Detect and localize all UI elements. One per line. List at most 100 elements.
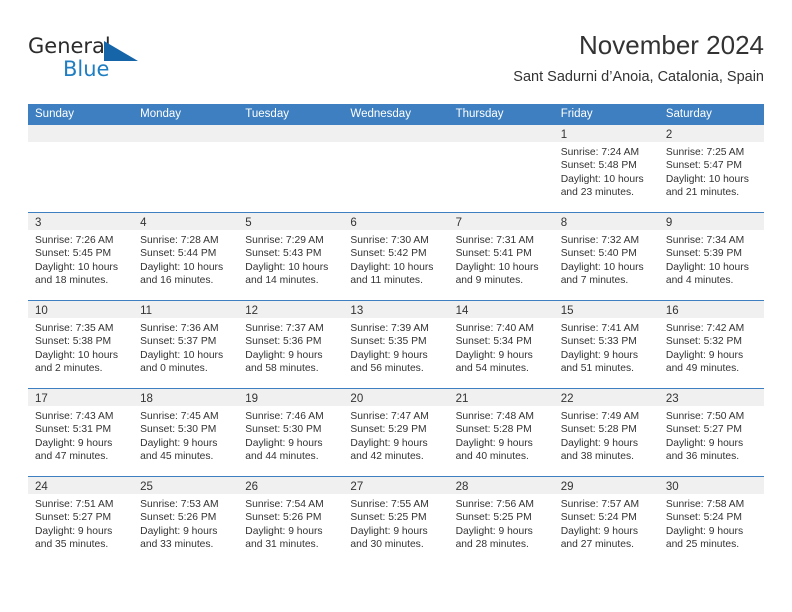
sunrise-text: Sunrise: 7:26 AM: [35, 235, 114, 246]
sunrise-text: Sunrise: 7:32 AM: [560, 235, 640, 246]
calendar-day-cell[interactable]: 12 Sunrise: 7:37 AM Sunset: 5:36 PM Dayligh…: [238, 301, 344, 388]
day-number: 5: [245, 217, 252, 229]
calendar-day-cell[interactable]: 25 Sunrise: 7:53 AM Sunset: 5:26 PM Dayligh…: [133, 477, 239, 564]
calendar-day-cell[interactable]: 4 Sunrise: 7:28 AM Sunset: 5:44 PM Daylight…: [133, 213, 239, 300]
calendar-day-cell[interactable]: 7 Sunrise: 7:31 AM Sunset: 5:41 PM Daylight…: [448, 213, 554, 300]
daylight-text-line1: Daylight: 9 hours: [35, 437, 113, 449]
sunrise-text: Sunrise: 7:48 AM: [455, 411, 534, 422]
sunset-text: Sunset: 5:28 PM: [455, 424, 532, 436]
sunrise-text: Sunrise: 7:35 AM: [35, 323, 114, 334]
calendar-day-cell[interactable]: 1 Sunrise: 7:24 AM Sunset: 5:48 PM Daylight…: [553, 125, 659, 212]
sunset-text: Sunset: 5:25 PM: [350, 512, 427, 524]
calendar-day-cell[interactable]: 27 Sunrise: 7:55 AM Sunset: 5:25 PM Dayligh…: [343, 477, 449, 564]
sunrise-text: Sunrise: 7:34 AM: [665, 235, 745, 246]
day-cell-body: Sunrise: 7:41 AM Sunset: 5:33 PM Daylight:…: [554, 318, 659, 376]
calendar-day-cell[interactable]: 21 Sunrise: 7:48 AM Sunset: 5:28 PM Dayligh…: [448, 389, 554, 476]
day-number-band: [133, 125, 239, 142]
sunset-text: Sunset: 5:36 PM: [245, 336, 322, 348]
calendar-day-cell[interactable]: 30 Sunrise: 7:58 AM Sunset: 5:24 PM Dayligh…: [658, 477, 764, 564]
calendar-day-cell[interactable]: 29 Sunrise: 7:57 AM Sunset: 5:24 PM Dayligh…: [553, 477, 659, 564]
weekday-header-thursday: Thursday: [455, 108, 504, 120]
day-number: 17: [35, 393, 48, 405]
weekday-header-monday: Monday: [140, 108, 182, 120]
day-number: 25: [140, 481, 153, 493]
calendar-day-cell[interactable]: 17 Sunrise: 7:43 AM Sunset: 5:31 PM Dayligh…: [28, 389, 134, 476]
weekday-header-wednesday: Wednesday: [350, 108, 411, 120]
sunset-text: Sunset: 5:38 PM: [35, 336, 112, 348]
day-number: 23: [665, 393, 679, 405]
sunset-text: Sunset: 5:27 PM: [35, 512, 112, 524]
day-cell-body: [343, 142, 448, 146]
calendar-day-cell[interactable]: 22 Sunrise: 7:49 AM Sunset: 5:28 PM Dayligh…: [553, 389, 659, 476]
day-number-band: 6: [343, 213, 449, 230]
sunrise-text: Sunrise: 7:30 AM: [350, 235, 429, 246]
calendar-day-cell[interactable]: 11 Sunrise: 7:36 AM Sunset: 5:37 PM Dayligh…: [133, 301, 239, 388]
sunrise-text: Sunrise: 7:43 AM: [35, 411, 114, 422]
calendar-day-cell[interactable]: 9 Sunrise: 7:34 AM Sunset: 5:39 PM Daylight…: [658, 213, 764, 300]
calendar-day-cell[interactable]: 20 Sunrise: 7:47 AM Sunset: 5:29 PM Dayligh…: [343, 389, 449, 476]
calendar-day-cell[interactable]: 19 Sunrise: 7:46 AM Sunset: 5:30 PM Dayligh…: [238, 389, 344, 476]
calendar-day-cell[interactable]: 16 Sunrise: 7:42 AM Sunset: 5:32 PM Dayligh…: [658, 301, 764, 388]
day-number-band: 5: [238, 213, 344, 230]
daylight-text-line1: Daylight: 10 hours: [560, 173, 644, 185]
day-cell-body: Sunrise: 7:39 AM Sunset: 5:35 PM Daylight:…: [343, 318, 448, 376]
day-number-band: 17: [28, 389, 134, 406]
calendar-week-row: 1 Sunrise: 7:24 AM Sunset: 5:48 PM Daylight…: [28, 125, 764, 212]
calendar-day-cell[interactable]: 3 Sunrise: 7:26 AM Sunset: 5:45 PM Daylight…: [28, 213, 134, 300]
daylight-text-line1: Daylight: 9 hours: [245, 437, 323, 449]
sunset-text: Sunset: 5:39 PM: [665, 248, 742, 260]
calendar-page: General Blue November 2024 Sant Sadurni …: [0, 0, 792, 612]
weekday-header-friday: Friday: [560, 108, 593, 120]
calendar-day-cell[interactable]: 14 Sunrise: 7:40 AM Sunset: 5:34 PM Dayligh…: [448, 301, 554, 388]
sunrise-text: Sunrise: 7:50 AM: [665, 411, 745, 422]
calendar-day-cell[interactable]: 5 Sunrise: 7:29 AM Sunset: 5:43 PM Daylight…: [238, 213, 344, 300]
calendar-day-cell-empty: [448, 125, 554, 212]
day-cell-body: Sunrise: 7:55 AM Sunset: 5:25 PM Daylight:…: [343, 494, 448, 552]
daylight-text-line1: Daylight: 9 hours: [560, 525, 638, 537]
sunset-text: Sunset: 5:30 PM: [140, 424, 217, 436]
daylight-text-line2: and 21 minutes.: [665, 187, 740, 199]
day-number-band: 10: [28, 301, 134, 318]
day-number-band: 28: [448, 477, 554, 494]
day-number-band: 4: [133, 213, 239, 230]
calendar-day-cell[interactable]: 28 Sunrise: 7:56 AM Sunset: 5:25 PM Dayligh…: [448, 477, 554, 564]
sunset-text: Sunset: 5:24 PM: [665, 512, 742, 524]
day-cell-body: Sunrise: 7:24 AM Sunset: 5:48 PM Daylight:…: [554, 142, 659, 200]
calendar-day-cell[interactable]: 13 Sunrise: 7:39 AM Sunset: 5:35 PM Dayligh…: [343, 301, 449, 388]
daylight-text-line1: Daylight: 10 hours: [665, 261, 749, 273]
calendar-day-cell[interactable]: 26 Sunrise: 7:54 AM Sunset: 5:26 PM Dayligh…: [238, 477, 344, 564]
day-number: 1: [560, 129, 568, 141]
daylight-text-line1: Daylight: 9 hours: [665, 525, 744, 537]
daylight-text-line2: and 51 minutes.: [560, 363, 634, 375]
sunset-text: Sunset: 5:34 PM: [455, 336, 532, 348]
day-number-band: 21: [448, 389, 554, 406]
day-number-band: 26: [238, 477, 344, 494]
sunset-text: Sunset: 5:42 PM: [350, 248, 427, 260]
daylight-text-line2: and 30 minutes.: [350, 539, 424, 551]
calendar-day-cell[interactable]: 10 Sunrise: 7:35 AM Sunset: 5:38 PM Dayligh…: [28, 301, 134, 388]
calendar-day-cell[interactable]: 2 Sunrise: 7:25 AM Sunset: 5:47 PM Daylight…: [658, 125, 764, 212]
calendar-week-row: 10 Sunrise: 7:35 AM Sunset: 5:38 PM Dayligh…: [28, 300, 764, 388]
daylight-text-line1: Daylight: 9 hours: [665, 437, 744, 449]
calendar-day-cell-empty: [28, 125, 134, 212]
sunrise-text: Sunrise: 7:47 AM: [350, 411, 429, 422]
calendar-day-cell[interactable]: 6 Sunrise: 7:30 AM Sunset: 5:42 PM Daylight…: [343, 213, 449, 300]
daylight-text-line2: and 35 minutes.: [35, 539, 109, 551]
day-number: 9: [665, 217, 673, 229]
general-blue-logo[interactable]: General Blue: [28, 34, 208, 90]
day-number-band: 30: [658, 477, 764, 494]
calendar-day-cell[interactable]: 23 Sunrise: 7:50 AM Sunset: 5:27 PM Dayligh…: [658, 389, 764, 476]
day-number: 16: [665, 305, 679, 317]
sunset-text: Sunset: 5:32 PM: [665, 336, 742, 348]
calendar-day-cell[interactable]: 15 Sunrise: 7:41 AM Sunset: 5:33 PM Dayligh…: [553, 301, 659, 388]
daylight-text-line1: Daylight: 10 hours: [560, 261, 644, 273]
daylight-text-line2: and 54 minutes.: [455, 363, 529, 375]
logo-text-general: General: [28, 34, 111, 58]
day-cell-body: Sunrise: 7:35 AM Sunset: 5:38 PM Daylight:…: [28, 318, 133, 376]
sunrise-text: Sunrise: 7:54 AM: [245, 499, 324, 510]
sunrise-text: Sunrise: 7:29 AM: [245, 235, 324, 246]
calendar-day-cell[interactable]: 18 Sunrise: 7:45 AM Sunset: 5:30 PM Dayligh…: [133, 389, 239, 476]
calendar-day-cell[interactable]: 8 Sunrise: 7:32 AM Sunset: 5:40 PM Daylight…: [553, 213, 659, 300]
calendar-day-cell[interactable]: 24 Sunrise: 7:51 AM Sunset: 5:27 PM Dayligh…: [28, 477, 134, 564]
day-number: 11: [140, 305, 153, 317]
